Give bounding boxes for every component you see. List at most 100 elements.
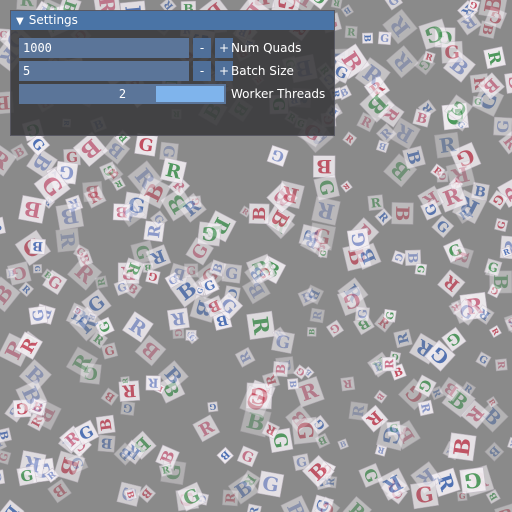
- textured-quad: R: [488, 324, 502, 339]
- textured-quad: G: [100, 342, 119, 360]
- svg-text:R: R: [70, 259, 99, 289]
- textured-quad: G: [32, 264, 43, 274]
- textured-quad: B: [248, 203, 270, 225]
- textured-quad: G: [494, 217, 508, 233]
- textured-quad: R: [234, 346, 256, 368]
- textured-quad: R: [374, 208, 393, 227]
- textured-quad: G: [440, 40, 464, 64]
- textured-quad: B: [494, 503, 512, 512]
- textured-quad: B: [306, 327, 317, 337]
- settings-window[interactable]: ▼ Settings 1000 - + Num Quads 5 - + Batch…: [10, 10, 335, 136]
- svg-text:G: G: [209, 402, 217, 413]
- textured-quad: R: [192, 414, 221, 443]
- svg-text:G: G: [458, 492, 466, 502]
- textured-quad: G: [120, 400, 136, 416]
- svg-text:B: B: [32, 239, 44, 255]
- svg-text:G: G: [224, 264, 239, 284]
- textured-quad: B: [412, 108, 432, 128]
- worker-threads-slider-grab[interactable]: [156, 86, 224, 102]
- textured-quad: B: [470, 181, 490, 201]
- num-quads-row: 1000 - + Num Quads: [19, 38, 339, 58]
- textured-quad: R: [367, 194, 385, 212]
- textured-quad: G: [0, 449, 12, 465]
- textured-quad: G: [475, 351, 492, 368]
- textured-quad: R: [344, 25, 358, 39]
- textured-quad: B: [0, 499, 25, 512]
- svg-text:G: G: [33, 266, 42, 272]
- textured-quad: B: [29, 238, 46, 255]
- textured-quad: G: [459, 466, 487, 495]
- textured-quad: G: [410, 480, 439, 510]
- textured-quad: R: [160, 157, 187, 185]
- textured-quad: R: [94, 275, 108, 290]
- svg-text:B: B: [375, 391, 386, 402]
- textured-quad: G: [318, 247, 329, 259]
- textured-quad: R: [246, 310, 276, 340]
- textured-quad: R: [309, 307, 326, 324]
- textured-quad: B: [95, 414, 116, 435]
- textured-quad: G: [134, 132, 158, 157]
- svg-text:G: G: [0, 471, 5, 483]
- textured-quad: B: [478, 20, 498, 39]
- svg-text:R: R: [326, 477, 338, 486]
- svg-text:B: B: [249, 206, 269, 221]
- textured-quad: G: [291, 416, 320, 445]
- svg-text:R: R: [495, 360, 507, 369]
- svg-text:G: G: [159, 144, 177, 158]
- textured-quad: B: [55, 201, 85, 231]
- svg-text:G: G: [414, 481, 436, 508]
- svg-text:G: G: [347, 231, 369, 248]
- svg-text:G: G: [463, 467, 483, 493]
- textured-quad: R: [340, 180, 353, 193]
- textured-quad: B: [484, 441, 505, 462]
- svg-text:B: B: [287, 380, 298, 388]
- batch-size-input[interactable]: 5: [19, 61, 189, 81]
- svg-text:G: G: [494, 120, 512, 134]
- svg-text:B: B: [489, 274, 511, 290]
- textured-quad: G: [354, 306, 371, 322]
- svg-text:G: G: [122, 401, 133, 415]
- worker-threads-row: 2 Worker Threads: [19, 84, 339, 104]
- batch-size-row: 5 - + Batch Size: [19, 61, 339, 81]
- textured-quad: G: [270, 329, 296, 354]
- textured-quad: B: [18, 194, 47, 224]
- svg-text:B: B: [103, 389, 118, 405]
- svg-text:G: G: [355, 308, 370, 319]
- textured-quad: G: [207, 401, 219, 413]
- textured-quad: R: [342, 495, 373, 512]
- textured-quad: G: [503, 312, 512, 332]
- svg-text:R: R: [125, 314, 151, 341]
- textured-quad: G: [145, 268, 161, 285]
- textured-quad: G: [414, 262, 428, 276]
- svg-text:G: G: [30, 308, 48, 322]
- textured-quad: G: [456, 490, 468, 502]
- svg-text:B: B: [449, 436, 476, 457]
- svg-text:R: R: [19, 0, 34, 10]
- num-quads-label: Num Quads: [231, 41, 302, 55]
- settings-title-bar[interactable]: ▼ Settings: [11, 11, 334, 30]
- num-quads-input[interactable]: 1000: [19, 38, 189, 58]
- svg-text:G: G: [380, 33, 390, 46]
- textured-quad: G: [313, 174, 340, 201]
- worker-threads-slider[interactable]: 2: [19, 84, 226, 104]
- textured-quad: G: [196, 221, 223, 247]
- textured-quad: G: [504, 71, 512, 94]
- textured-quad: B: [391, 202, 414, 225]
- svg-text:B: B: [49, 480, 69, 501]
- textured-quad: B: [0, 216, 7, 237]
- textured-quad: B: [216, 446, 234, 465]
- textured-quad: G: [28, 305, 49, 326]
- batch-size-decrement-button[interactable]: -: [193, 61, 211, 81]
- collapse-triangle-icon[interactable]: ▼: [16, 16, 24, 27]
- textured-quad: R: [324, 475, 338, 489]
- svg-text:G: G: [200, 221, 218, 245]
- textured-quad: B: [0, 427, 13, 444]
- num-quads-decrement-button[interactable]: -: [193, 38, 211, 58]
- textured-quad: R: [330, 0, 343, 9]
- svg-text:B: B: [497, 505, 512, 512]
- textured-quad: R: [507, 436, 512, 451]
- svg-text:R: R: [382, 359, 396, 369]
- textured-quad: R: [340, 376, 356, 392]
- textured-quad: B: [287, 378, 299, 390]
- textured-quad: B: [447, 432, 477, 462]
